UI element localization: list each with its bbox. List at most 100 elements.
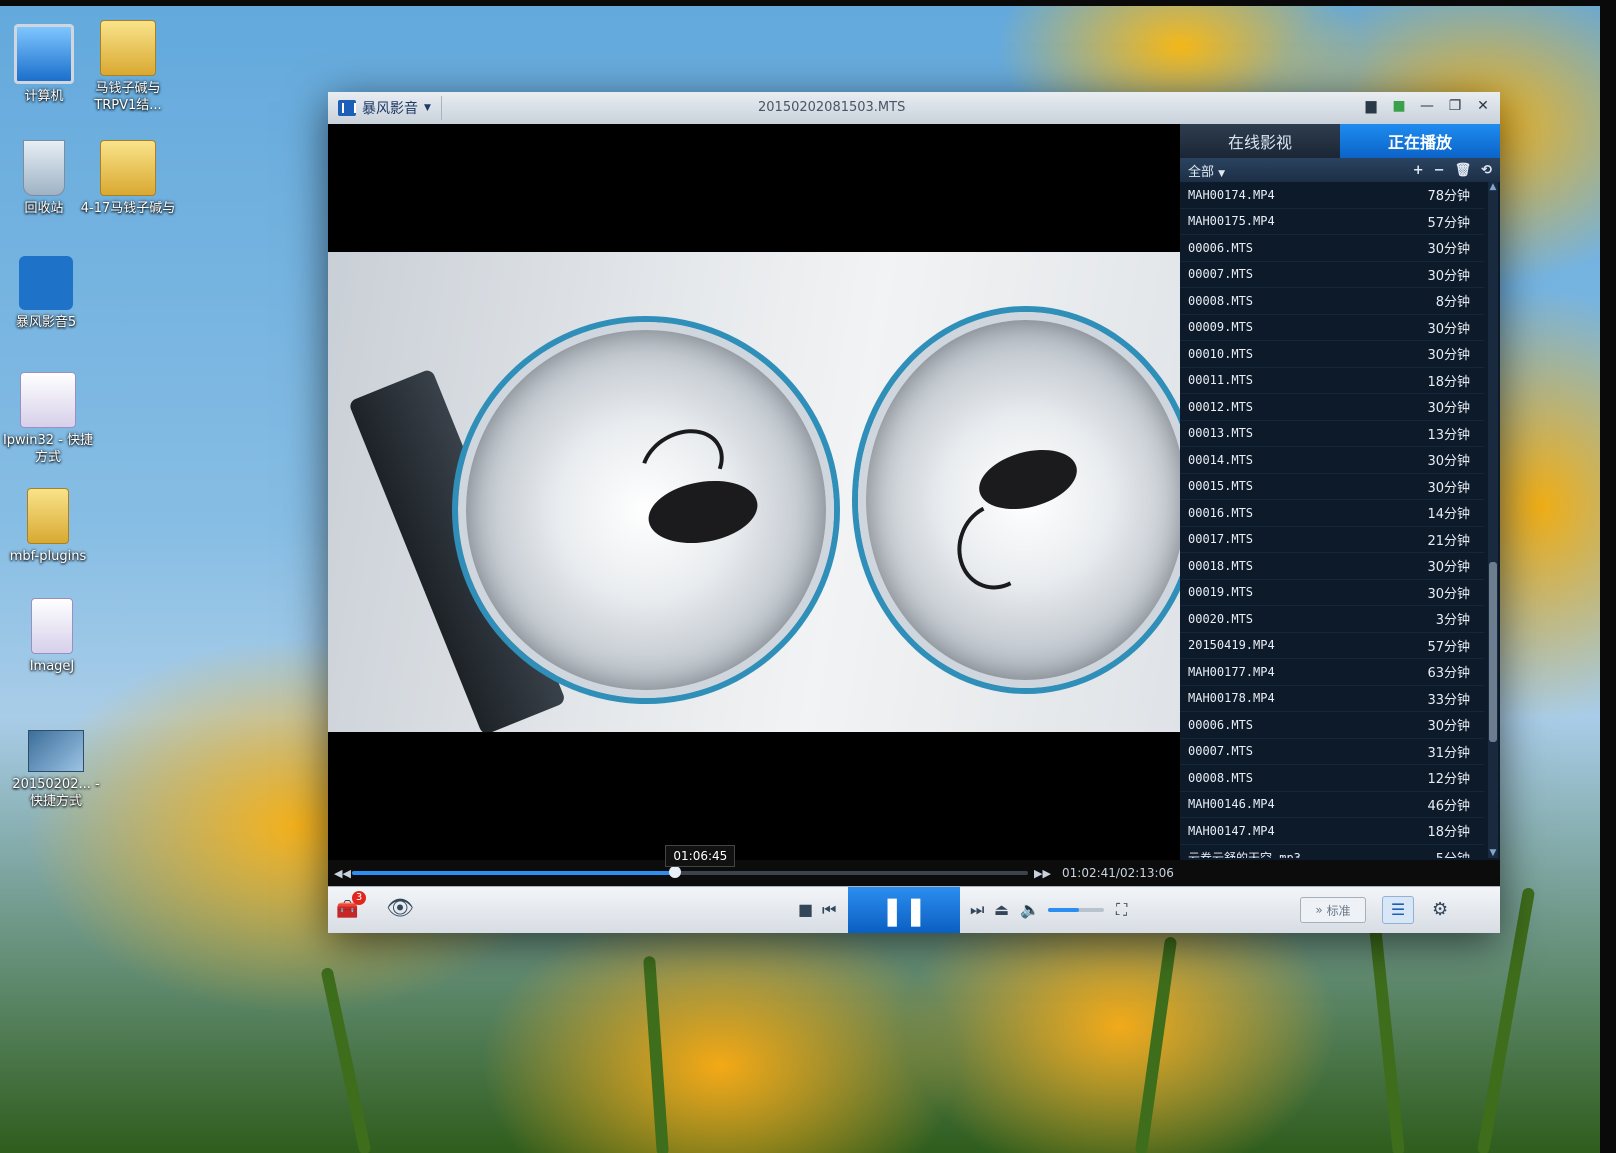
playlist-scrollbar[interactable]: ▲ ▼: [1488, 182, 1498, 858]
playlist-item-duration: 30分钟: [1427, 719, 1470, 735]
fullscreen-icon[interactable]: ⛶: [1116, 900, 1127, 920]
playlist-item[interactable]: 00018.MTS 30分钟: [1180, 553, 1484, 580]
playlist-item-name: MAH00175.MP4: [1188, 214, 1275, 229]
stop-icon[interactable]: ■: [798, 900, 813, 919]
playlist-item[interactable]: 00011.MTS 18分钟: [1180, 368, 1484, 394]
desktop-icon-imagej[interactable]: ImageJ: [2, 598, 102, 675]
playlist-item-name: 00013.MTS: [1188, 426, 1254, 441]
playlist-item[interactable]: 00006.MTS 30分钟: [1180, 235, 1484, 262]
desktop-icon-folder[interactable]: 马钱子碱与TRPV1结...: [78, 20, 178, 114]
playlist-item[interactable]: 20150419.MP4 57分钟: [1180, 633, 1484, 659]
desktop: 计算机 马钱子碱与TRPV1结... 回收站 4-17马钱子碱与 暴风影音5 I…: [0, 6, 1600, 1153]
playlist-item-duration: 78分钟: [1427, 189, 1470, 205]
playlist-item[interactable]: 00007.MTS 31分钟: [1180, 739, 1484, 765]
remove-icon[interactable]: −: [1434, 163, 1445, 178]
volume-fill: [1048, 908, 1079, 912]
progress-area: ◀◀ 01:06:45 ▶▶ 01:02:41/02:13:06: [328, 845, 1180, 886]
fast-forward-icon[interactable]: ▶▶: [1034, 867, 1051, 880]
playlist-item-name: 00007.MTS: [1188, 744, 1254, 759]
playlist-item[interactable]: 云卷云舒的天空.mp3 5分钟: [1180, 845, 1484, 858]
playlist-item-duration: 33分钟: [1427, 692, 1470, 708]
player-logo-icon: [338, 100, 356, 116]
playlist-item-duration: 14分钟: [1427, 507, 1470, 523]
playlist-item[interactable]: 00015.MTS 30分钟: [1180, 474, 1484, 500]
playlist-item-duration: 18分钟: [1427, 374, 1470, 390]
playlist-item[interactable]: 00006.MTS 30分钟: [1180, 712, 1484, 739]
playlist-item[interactable]: MAH00174.MP4 78分钟: [1180, 182, 1484, 209]
filter-label: 全部: [1188, 164, 1215, 180]
desktop-icon-label: 马钱子碱与TRPV1结...: [94, 81, 162, 113]
desktop-icon-folder[interactable]: 4-17马钱子碱与: [78, 140, 178, 217]
playlist-item-duration: 30分钟: [1427, 480, 1470, 496]
eye-icon[interactable]: 👁: [386, 896, 414, 921]
wallpaper-stem: [320, 966, 372, 1153]
scroll-up-icon[interactable]: ▲: [1488, 182, 1498, 192]
playlist-item[interactable]: 00007.MTS 30分钟: [1180, 262, 1484, 288]
playlist-item[interactable]: 00008.MTS 8分钟: [1180, 288, 1484, 315]
playlist-item[interactable]: 00014.MTS 30分钟: [1180, 447, 1484, 474]
playlist-item-duration: 3分钟: [1435, 613, 1470, 629]
playlist-item[interactable]: MAH00147.MP4 18分钟: [1180, 818, 1484, 845]
quality-label: 标准: [1326, 903, 1351, 918]
scroll-down-icon[interactable]: ▼: [1488, 848, 1498, 858]
wallpaper-stem: [1134, 936, 1178, 1153]
playlist-item-duration: 30分钟: [1427, 242, 1470, 258]
desktop-icon-ipwin[interactable]: Ipwin32 - 快捷方式: [0, 372, 98, 466]
volume-icon[interactable]: 🔈: [1020, 900, 1040, 919]
playlist-item[interactable]: 00013.MTS 13分钟: [1180, 421, 1484, 447]
filter-dropdown[interactable]: 全部 ▼: [1188, 161, 1225, 180]
playlist-item[interactable]: 00019.MTS 30分钟: [1180, 580, 1484, 606]
tab-online[interactable]: 在线影视: [1180, 124, 1340, 158]
desktop-icon-video-shortcut[interactable]: 20150202... - 快捷方式: [6, 730, 106, 810]
playlist-item[interactable]: 00016.MTS 14分钟: [1180, 500, 1484, 527]
skin-icon[interactable]: ■: [1390, 98, 1408, 114]
rewind-icon[interactable]: ◀◀: [334, 867, 351, 880]
next-icon[interactable]: ⏭: [970, 900, 984, 920]
close-icon[interactable]: ✕: [1474, 98, 1492, 114]
playlist-item-name: 00010.MTS: [1188, 346, 1254, 361]
playlist-toggle-button[interactable]: ☰: [1382, 896, 1414, 924]
minimize-icon[interactable]: —: [1418, 98, 1436, 114]
loop-icon[interactable]: ⟲: [1481, 163, 1492, 178]
video-area[interactable]: [328, 124, 1180, 860]
seek-bar[interactable]: 01:06:45: [352, 845, 1028, 878]
playlist-item-duration: 63分钟: [1427, 666, 1470, 682]
pause-button[interactable]: ❚❚: [848, 887, 960, 933]
tab-now-playing[interactable]: 正在播放: [1340, 124, 1500, 158]
settings-icon[interactable]: ⚙: [1432, 899, 1448, 920]
add-icon[interactable]: +: [1413, 163, 1424, 178]
playlist-item-name: MAH00146.MP4: [1188, 797, 1275, 812]
desktop-icon-label: 4-17马钱子碱与: [80, 201, 176, 216]
playlist-item-duration: 5分钟: [1436, 848, 1470, 858]
playlist-item[interactable]: MAH00177.MP4 63分钟: [1180, 659, 1484, 686]
playlist-item[interactable]: MAH00146.MP4 46分钟: [1180, 792, 1484, 818]
playlist-item[interactable]: 00012.MTS 30分钟: [1180, 394, 1484, 421]
playlist-item[interactable]: 00009.MTS 30分钟: [1180, 315, 1484, 341]
playlist-item[interactable]: MAH00178.MP4 33分钟: [1180, 686, 1484, 712]
desktop-icon-label: Ipwin32 - 快捷方式: [2, 433, 94, 465]
chat-icon[interactable]: ▆: [1362, 98, 1380, 114]
playlist-item[interactable]: 00017.MTS 21分钟: [1180, 527, 1484, 553]
playlist-item[interactable]: MAH00175.MP4 57分钟: [1180, 209, 1484, 235]
volume-slider[interactable]: [1048, 908, 1104, 912]
playlist-item-duration: 31分钟: [1427, 745, 1470, 761]
brand-menu[interactable]: 暴风影音 ▼: [332, 96, 442, 120]
quality-button[interactable]: » 标准: [1300, 897, 1366, 923]
previous-icon[interactable]: ⏮: [822, 900, 836, 920]
playlist-item-name: 20150419.MP4: [1188, 638, 1275, 653]
playlist-item[interactable]: 00008.MTS 12分钟: [1180, 765, 1484, 792]
eject-icon[interactable]: ⏏: [994, 900, 1009, 919]
playlist-item[interactable]: 00020.MTS 3分钟: [1180, 606, 1484, 633]
playlist-item[interactable]: 00010.MTS 30分钟: [1180, 341, 1484, 368]
video-frame: [328, 252, 1180, 732]
playlist-item-duration: 8分钟: [1435, 295, 1470, 311]
desktop-icon-label: mbf-plugins: [9, 549, 87, 564]
scrollbar-thumb[interactable]: [1489, 562, 1497, 742]
desktop-icon-folder[interactable]: mbf-plugins: [0, 488, 98, 565]
playlist-item-duration: 30分钟: [1427, 401, 1470, 417]
playlist-item-name: 00007.MTS: [1188, 267, 1254, 282]
desktop-icon-player[interactable]: 暴风影音5: [0, 256, 96, 331]
restore-icon[interactable]: ❐: [1446, 98, 1464, 114]
trash-icon[interactable]: 🗑: [1455, 163, 1472, 178]
seek-bar-knob[interactable]: [669, 866, 682, 878]
